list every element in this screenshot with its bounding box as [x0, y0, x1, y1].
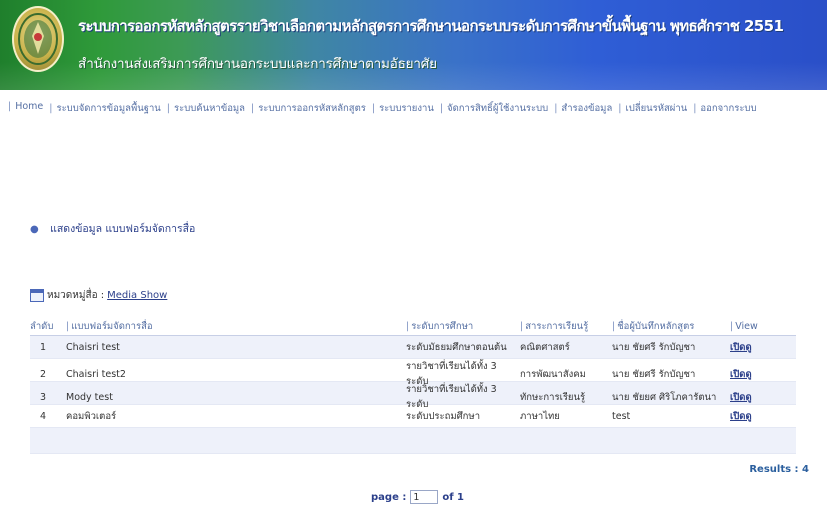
row-level: ระดับประถมศึกษา: [406, 410, 481, 422]
nav-item-home[interactable]: Home: [8, 101, 49, 117]
row-author: นาย ชัยศรี รักบัญชา: [612, 368, 696, 380]
section-heading: ● แสดงข้อมูล แบบฟอร์มจัดการสื่อ: [30, 220, 195, 237]
page-number-input[interactable]: [410, 490, 439, 504]
row-form-name: คอมพิวเตอร์: [66, 410, 117, 422]
row-author: test: [612, 410, 631, 422]
nav-item-change-password[interactable]: เปลี่ยนรหัสผ่าน: [618, 101, 693, 117]
nav-item-logout[interactable]: ออกจากระบบ: [693, 101, 762, 117]
nav-item-search[interactable]: ระบบค้นหาข้อมูล: [167, 101, 251, 117]
row-subject: ภาษาไทย: [520, 410, 560, 422]
pagination: page : of 1: [371, 490, 464, 504]
row-subject: การพัฒนาสังคม: [520, 368, 586, 380]
table-row: 2 Chaisri test2 รายวิชาที่เรียนได้ทั้ง 3…: [30, 359, 796, 387]
table-row: 3 Mody test รายวิชาที่เรียนได้ทั้ง 3 ระด…: [30, 382, 796, 410]
col-header-author: ชื่อผู้บันทึกหลักสูตร: [612, 319, 730, 334]
media-category: หมวดหมู่สื่อ : Media Show: [30, 288, 167, 303]
category-link[interactable]: Media Show: [107, 290, 167, 301]
category-icon: [30, 289, 44, 302]
view-link[interactable]: เปิดดู: [730, 409, 796, 424]
row-no: 1: [40, 341, 47, 353]
row-author: นาย ชัยศรี รักบัญชา: [612, 341, 696, 353]
col-header-level: ระดับการศึกษา: [406, 319, 520, 334]
office-seal-icon: [12, 6, 64, 72]
nav-item-course-code[interactable]: ระบบการออกรหัสหลักสูตร: [251, 101, 372, 117]
view-link[interactable]: เปิดดู: [730, 340, 796, 355]
bullet-icon: ●: [30, 224, 39, 235]
row-form-name: Mody test: [66, 391, 113, 403]
table-footer: [30, 428, 796, 454]
row-no: 2: [40, 368, 47, 380]
row-subject: ทักษะการเรียนรู้: [520, 391, 586, 403]
nav-item-user-rights[interactable]: จัดการสิทธิ์ผู้ใช้งานระบบ: [440, 101, 554, 117]
main-nav: Home ระบบจัดการข้อมูลพื้นฐาน ระบบค้นหาข้…: [8, 101, 820, 117]
section-title: แสดงข้อมูล แบบฟอร์มจัดการสื่อ: [50, 223, 196, 235]
results-count: Results : 4: [749, 464, 809, 475]
system-title: ระบบการออกรหัสหลักสูตรรายวิชาเลือกตามหลั…: [78, 17, 784, 35]
header-banner: ระบบการออกรหัสหลักสูตรรายวิชาเลือกตามหลั…: [0, 0, 827, 90]
nav-item-basic-data[interactable]: ระบบจัดการข้อมูลพื้นฐาน: [49, 101, 167, 117]
col-header-subject: สาระการเรียนรู้: [520, 319, 612, 334]
row-no: 4: [40, 410, 47, 422]
office-subtitle: สำนักงานส่งเสริมการศึกษานอกระบบและการศึก…: [78, 56, 437, 72]
table-row: 1 Chaisri test ระดับมัธยมศึกษาตอนต้น คณิ…: [30, 336, 796, 359]
view-link[interactable]: เปิดดู: [730, 390, 796, 405]
table-row: 4 คอมพิวเตอร์ ระดับประถมศึกษา ภาษาไทย te…: [30, 405, 796, 428]
nav-item-reports[interactable]: ระบบรายงาน: [372, 101, 440, 117]
row-level: ระดับมัธยมศึกษาตอนต้น: [406, 341, 507, 353]
page-total: of 1: [442, 491, 464, 503]
row-author: นาย ชัยยศ ศิริโภคารัตนา: [612, 391, 717, 403]
row-no: 3: [40, 391, 47, 403]
table-header: ลำดับ แบบฟอร์มจัดการสื่อ ระดับการศึกษา ส…: [30, 318, 796, 336]
media-form-table: ลำดับ แบบฟอร์มจัดการสื่อ ระดับการศึกษา ส…: [30, 318, 796, 454]
page-label: page :: [371, 491, 407, 503]
row-subject: คณิตศาสตร์: [520, 341, 570, 353]
row-form-name: Chaisri test2: [66, 368, 126, 380]
category-label: หมวดหมู่สื่อ :: [47, 290, 105, 301]
col-header-no: ลำดับ: [30, 321, 54, 332]
col-header-view: View: [730, 321, 796, 332]
row-form-name: Chaisri test: [66, 341, 120, 353]
col-header-form: แบบฟอร์มจัดการสื่อ: [66, 319, 406, 334]
nav-item-backup[interactable]: สำรองข้อมูล: [554, 101, 618, 117]
row-level: รายวิชาที่เรียนได้ทั้ง 3 ระดับ: [406, 384, 497, 410]
view-link[interactable]: เปิดดู: [730, 367, 796, 382]
